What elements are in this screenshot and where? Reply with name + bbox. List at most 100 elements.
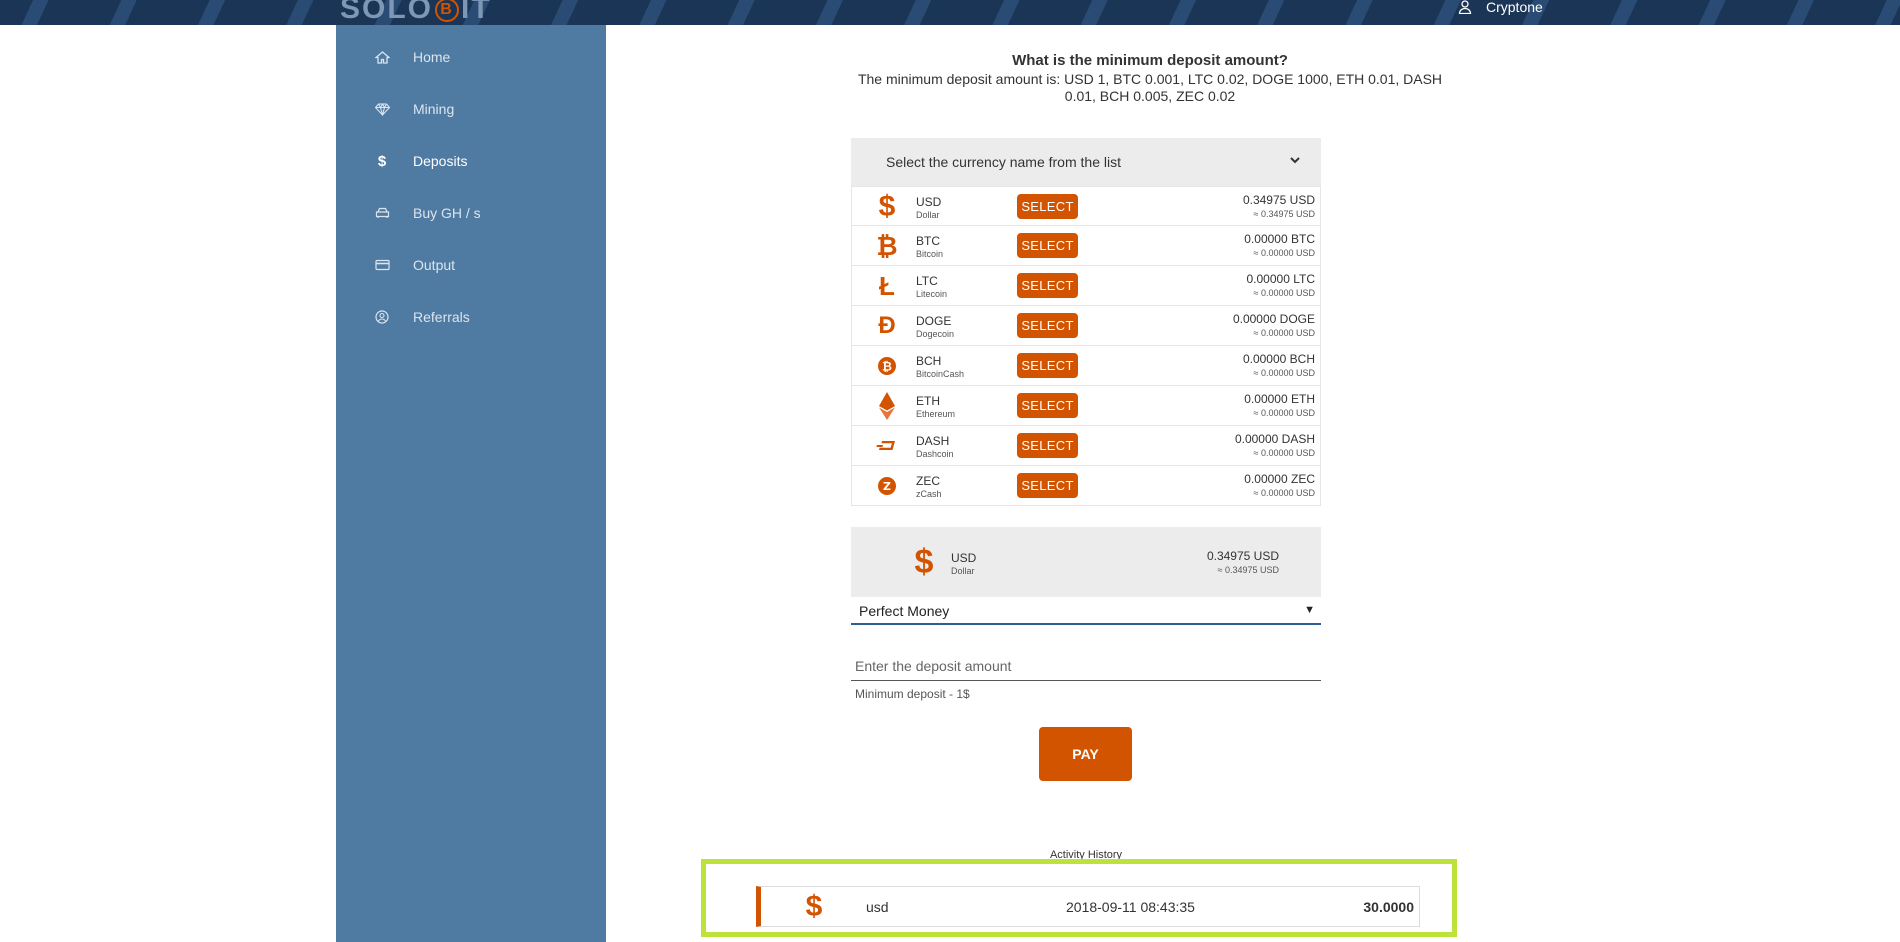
history-date: 2018-09-11 08:43:35 [1066, 899, 1195, 915]
dropdown-arrow-icon: ▼ [1304, 604, 1315, 616]
sidebar-item-label: Buy GH / s [413, 205, 481, 221]
sidebar-item-label: Deposits [413, 153, 468, 169]
currency-balance: 0.00000 ZEC [1244, 472, 1315, 486]
currency-name: Ethereum [916, 409, 956, 419]
history-amount: 30.0000 [1363, 899, 1414, 915]
deposit-panel: What is the minimum deposit amount? The … [606, 25, 1900, 942]
deposit-amount-input[interactable] [851, 651, 1321, 681]
select-doge-button[interactable]: SELECT [1017, 313, 1078, 338]
currency-balance: 0.00000 ETH [1244, 392, 1315, 406]
credit-card-icon [374, 257, 390, 273]
dogecoin-icon: Ð [878, 312, 896, 339]
chevron-down-icon [1290, 157, 1300, 164]
sidebar-item-label: Home [413, 49, 451, 65]
dash-icon [872, 431, 902, 461]
currency-name: BitcoinCash [916, 369, 965, 379]
bitcoin-cash-icon: ₿ [872, 351, 902, 381]
top-header: SOLO B IT Cryptone [0, 0, 1900, 25]
selected-currency-card: $ USD Dollar 0.34975 USD ≈ 0.34975 USD [851, 527, 1321, 597]
currency-code: BTC [916, 234, 940, 248]
select-bch-button[interactable]: SELECT [1017, 353, 1078, 378]
currency-balance: 0.00000 DOGE [1232, 312, 1315, 326]
select-zec-button[interactable]: SELECT [1017, 473, 1078, 498]
currency-dropdown-placeholder: Select the currency name from the list [886, 154, 1121, 170]
dollar-icon: $ [914, 542, 934, 581]
currency-list: $ USD Dollar SELECT 0.34975 USD ≈ 0.3497… [851, 186, 1321, 506]
car-icon [374, 205, 390, 221]
home-icon [374, 49, 390, 65]
sidebar-item-deposits[interactable]: $ Deposits [374, 152, 468, 170]
sidebar-item-label: Mining [413, 101, 455, 117]
currency-row-bch: ₿ BCH BitcoinCash SELECT 0.00000 BCH ≈ 0… [851, 346, 1321, 386]
currency-code: LTC [916, 274, 938, 288]
dollar-icon: $ [878, 190, 896, 223]
sidebar-item-output[interactable]: Output [374, 257, 455, 273]
currency-balance: 0.00000 LTC [1246, 272, 1316, 286]
currency-name: zCash [916, 489, 942, 499]
currency-balance: 0.00000 BCH [1242, 352, 1315, 366]
currency-row-btc: ₿ BTC Bitcoin SELECT 0.00000 BTC ≈ 0.000… [851, 226, 1321, 266]
currency-usd-value: ≈ 0.00000 USD [1253, 248, 1315, 258]
currency-code: DOGE [916, 314, 952, 328]
sidebar-item-home[interactable]: Home [374, 49, 450, 65]
dollar-icon: $ [377, 152, 387, 170]
currency-name: Dogecoin [916, 329, 955, 339]
faq-answer: The minimum deposit amount is: USD 1, BT… [857, 71, 1443, 104]
currency-row-zec: Z ZEC zCash SELECT 0.00000 ZEC ≈ 0.00000… [851, 466, 1321, 506]
currency-dropdown[interactable]: Select the currency name from the list [851, 138, 1321, 186]
currency-balance: 0.00000 DASH [1234, 432, 1315, 446]
dollar-icon: $ [805, 890, 823, 923]
bitcoin-icon: ₿ [876, 230, 898, 261]
selected-currency-usd-value: ≈ 0.34975 USD [1217, 565, 1279, 575]
payment-method-value: Perfect Money [859, 603, 950, 619]
activity-history-highlight: $ usd 2018-09-11 08:43:35 30.0000 [701, 859, 1457, 937]
currency-code: DASH [916, 434, 950, 448]
sidebar-item-label: Referrals [413, 309, 470, 325]
select-dash-button[interactable]: SELECT [1017, 433, 1078, 458]
currency-row-ltc: Ł LTC Litecoin SELECT 0.00000 LTC ≈ 0.00… [851, 266, 1321, 306]
currency-usd-value: ≈ 0.00000 USD [1253, 288, 1315, 298]
history-currency: usd [866, 899, 889, 915]
select-usd-button[interactable]: SELECT [1017, 194, 1078, 219]
svg-text:Z: Z [883, 480, 891, 493]
payment-method-select[interactable]: Perfect Money ▼ [851, 597, 1321, 625]
select-eth-button[interactable]: SELECT [1017, 393, 1078, 418]
sidebar: Home Mining $ Deposits Buy GH / s Output… [336, 25, 606, 942]
currency-balance: 0.00000 BTC [1244, 232, 1315, 246]
currency-row-doge: Ð DOGE Dogecoin SELECT 0.00000 DOGE ≈ 0.… [851, 306, 1321, 346]
minimum-deposit-note: Minimum deposit - 1$ [855, 687, 970, 701]
logo-bitcoin-icon: B [435, 0, 460, 23]
logo-text-left: SOLO [340, 0, 434, 25]
currency-code: ETH [916, 394, 940, 408]
sidebar-item-mining[interactable]: Mining [374, 101, 454, 117]
currency-name: Dashcoin [916, 449, 954, 459]
history-row: $ usd 2018-09-11 08:43:35 30.0000 [756, 886, 1420, 927]
user-icon [1458, 0, 1472, 14]
currency-usd-value: ≈ 0.00000 USD [1253, 488, 1315, 498]
user-menu[interactable]: Cryptone [1458, 0, 1543, 15]
currency-code: BCH [916, 354, 942, 368]
username: Cryptone [1486, 0, 1543, 15]
sidebar-item-referrals[interactable]: Referrals [374, 309, 470, 325]
currency-usd-value: ≈ 0.00000 USD [1253, 408, 1315, 418]
currency-balance: 0.34975 USD [1242, 193, 1315, 207]
currency-code: USD [916, 195, 942, 209]
currency-usd-value: ≈ 0.00000 USD [1253, 328, 1315, 338]
select-btc-button[interactable]: SELECT [1017, 233, 1078, 258]
faq-question: What is the minimum deposit amount? [1012, 52, 1288, 69]
sidebar-item-buy-ghs[interactable]: Buy GH / s [374, 205, 481, 221]
logo[interactable]: SOLO B IT [340, 0, 492, 25]
user-circle-icon [374, 309, 390, 325]
pay-button[interactable]: PAY [1039, 727, 1132, 781]
selected-currency-name: Dollar [951, 566, 975, 576]
selected-currency-balance: 0.34975 USD [1206, 549, 1279, 563]
selected-currency-code: USD [951, 551, 977, 565]
select-ltc-button[interactable]: SELECT [1017, 273, 1078, 298]
logo-text-right: IT [461, 0, 492, 25]
currency-usd-value: ≈ 0.00000 USD [1253, 448, 1315, 458]
currency-row-usd: $ USD Dollar SELECT 0.34975 USD ≈ 0.3497… [851, 186, 1321, 226]
header-background [0, 0, 1900, 25]
currency-usd-value: ≈ 0.34975 USD [1253, 209, 1315, 219]
svg-text:₿: ₿ [882, 360, 892, 374]
currency-usd-value: ≈ 0.00000 USD [1253, 368, 1315, 378]
